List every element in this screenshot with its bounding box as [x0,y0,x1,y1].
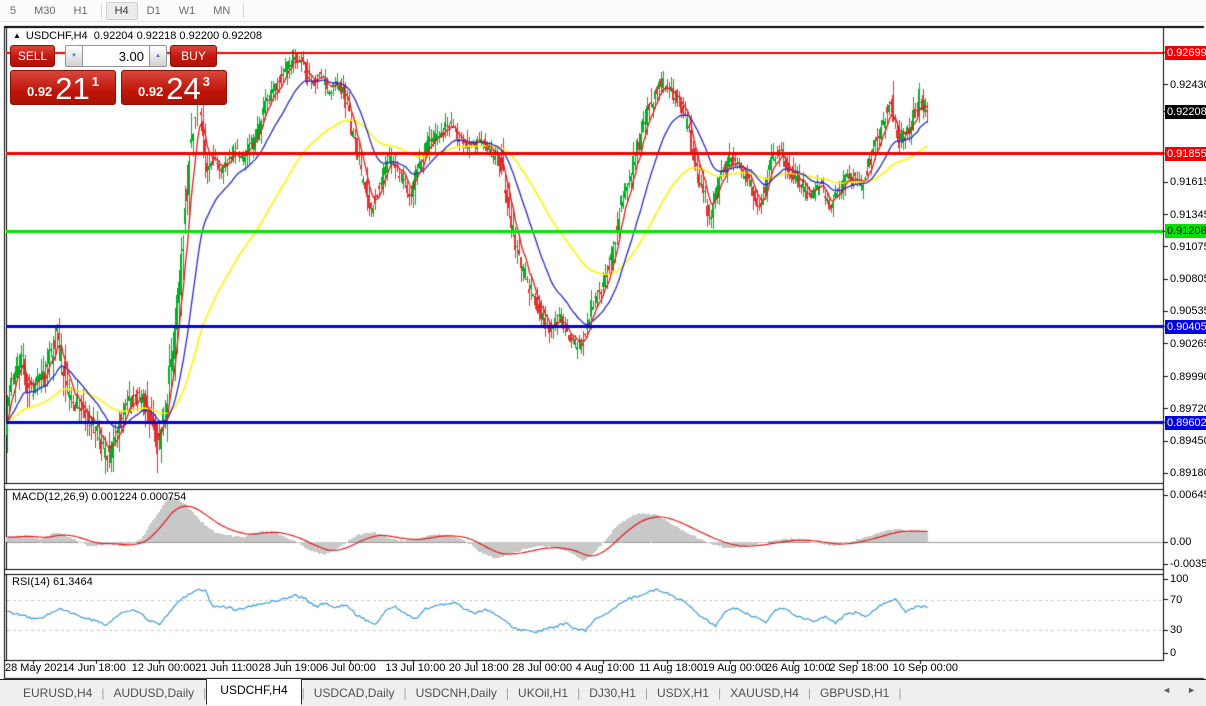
timeframe-w1[interactable]: W1 [170,2,205,20]
date-label: 12 Jun 00:00 [132,662,196,674]
chevron-down-icon: ▼ [71,53,77,59]
tab-xauusd-h4[interactable]: XAUUSD,H4 [721,682,808,704]
volume-decrease-button[interactable]: ▼ [65,45,83,67]
price-tick: 0.90805 [1170,273,1206,285]
ask-price-box[interactable]: 0.92 24 3 [121,70,227,105]
price-badge: 0.89602 [1165,416,1206,430]
tab-usdcnh-daily[interactable]: USDCNH,Daily [407,682,506,704]
date-label: 21 Jun 11:00 [195,662,258,674]
macd-axis-tick: 0.006451 [1170,489,1206,501]
date-label: 28 May 2021 [5,662,69,674]
price-tick: 0.89990 [1170,371,1206,383]
one-click-trade-panel: SELL ▼ ▲ BUY 0.92 21 1 0.92 24 3 [10,45,227,105]
timeframe-mn[interactable]: MN [204,2,239,20]
chart-ohlc-values: 0.92204 0.92218 0.92200 0.92208 [94,30,262,42]
volume-increase-button[interactable]: ▲ [149,45,167,67]
date-label: 6 Jul 00:00 [322,662,376,674]
date-label: 19 Aug 00:00 [702,662,767,674]
price-tick: 0.90265 [1170,338,1206,350]
price-tick: 0.89720 [1170,403,1206,415]
buy-button[interactable]: BUY [170,45,217,67]
bid-price-pip: 1 [92,74,99,89]
timeframe-5[interactable]: 5 [1,2,25,20]
chart-title: ▲ USDCHF,H4 0.92204 0.92218 0.92200 0.922… [13,30,262,42]
tab-dj30-h1[interactable]: DJ30,H1 [580,682,645,704]
date-label: 2 Sep 18:00 [829,662,888,674]
date-label: 11 Aug 18:00 [639,662,703,674]
price-tick: 0.91615 [1170,176,1206,188]
price-badge: 0.92208 [1165,105,1206,119]
macd-indicator-label: MACD(12,26,9) 0.001224 0.000754 [12,491,186,503]
date-label: 4 Aug 10:00 [576,662,635,674]
date-label: 28 Jul 00:00 [512,662,572,674]
tab-audusd-daily[interactable]: AUDUSD,Daily [104,682,203,704]
ask-price-prefix: 0.92 [138,84,163,99]
date-label: 13 Jul 10:00 [385,662,445,674]
price-badge: 0.90405 [1165,320,1206,334]
tab-separator: | [898,686,901,700]
tab-gbpusd-h1[interactable]: GBPUSD,H1 [811,682,898,704]
timeframe-h1[interactable]: H1 [65,2,97,20]
rsi-indicator-label: RSI(14) 61.3464 [12,576,93,588]
price-tick: 0.90535 [1170,305,1206,317]
date-label: 28 Jun 19:00 [259,662,323,674]
price-tick: 0.91345 [1170,209,1206,221]
macd-axis-tick: 0.00 [1170,536,1191,548]
symbol-tab-bar: EURUSD,H4|AUDUSD,Daily|USDCHF,H4|USDCAD,… [0,679,1206,706]
date-label: 20 Jul 18:00 [449,662,509,674]
ask-price-pip: 3 [203,74,210,89]
chevron-up-icon: ▲ [155,53,161,59]
rsi-axis-tick: 0 [1170,647,1176,659]
rsi-axis-tick: 30 [1170,624,1182,636]
tab-eurusd-h4[interactable]: EURUSD,H4 [14,682,101,704]
bid-price-big: 21 [55,76,89,102]
ask-price-big: 24 [166,76,200,102]
toolbar-separator [101,3,102,18]
bid-price-box[interactable]: 0.92 21 1 [10,70,116,105]
volume-stepper: ▼ ▲ [65,45,167,67]
price-tick: 0.89180 [1170,467,1206,479]
tab-scroll-right-icon[interactable]: ► [1187,685,1196,695]
macd-axis-tick: -0.00350 [1170,558,1206,570]
tab-usdchf-h4[interactable]: USDCHF,H4 [206,678,301,705]
collapse-arrow-icon[interactable]: ▲ [13,31,21,40]
date-label: 4 Jun 18:00 [68,662,126,674]
date-label: 26 Aug 10:00 [766,662,831,674]
sell-button[interactable]: SELL [10,45,55,67]
price-badge: 0.92699 [1165,46,1206,60]
timeframe-h4[interactable]: H4 [106,2,138,20]
tab-usdcad-daily[interactable]: USDCAD,Daily [305,682,404,704]
tab-usdx-h1[interactable]: USDX,H1 [648,682,718,704]
price-tick: 0.89450 [1170,435,1206,447]
timeframe-d1[interactable]: D1 [138,2,170,20]
volume-input[interactable] [83,45,149,67]
timeframe-m30[interactable]: M30 [25,2,64,20]
timeframe-toolbar: 5M30H1 H4D1W1MN [0,0,1206,22]
price-tick: 0.92430 [1170,79,1206,91]
bid-price-prefix: 0.92 [27,84,52,99]
price-badge: 0.91208 [1165,224,1206,238]
price-badge: 0.91855 [1165,147,1206,161]
toolbar-separator [243,3,244,18]
rsi-axis-tick: 70 [1170,594,1182,606]
tab-ukoil-h1[interactable]: UKOil,H1 [509,682,577,704]
chart-symbol-period: USDCHF,H4 [26,30,88,42]
date-label: 10 Sep 00:00 [893,662,958,674]
rsi-axis-tick: 100 [1170,573,1188,585]
price-tick: 0.91075 [1170,241,1206,253]
tab-scroll-left-icon[interactable]: ◄ [1162,685,1171,695]
